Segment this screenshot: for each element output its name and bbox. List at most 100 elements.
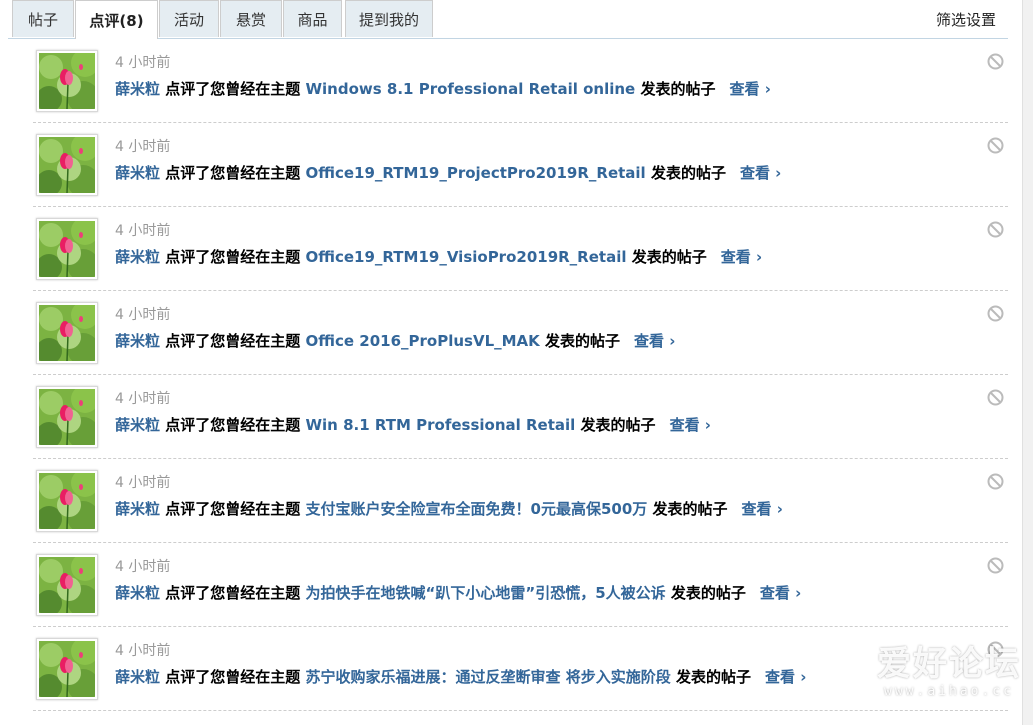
- suffix-text: 发表的帖子: [640, 80, 716, 98]
- tab-activities[interactable]: 活动: [159, 0, 219, 37]
- notification-text: 薛米粒 点评了您曾经在主题 Win 8.1 RTM Professional R…: [115, 414, 711, 435]
- lotus-avatar-image: [39, 305, 95, 361]
- notification-item: 4 小时前薛米粒 点评了您曾经在主题 Windows 8.1 Professio…: [33, 39, 1008, 123]
- avatar[interactable]: [36, 134, 98, 196]
- thread-link[interactable]: Windows 8.1 Professional Retail online: [306, 80, 636, 98]
- view-link[interactable]: 查看 ›: [721, 248, 762, 266]
- notification-item: 4 小时前薛米粒 点评了您曾经在主题 为拍快手在地铁喊“趴下小心地雷”引恐慌，5…: [33, 543, 1008, 627]
- tab-goods[interactable]: 商品: [283, 0, 342, 37]
- view-link[interactable]: 查看 ›: [760, 584, 801, 602]
- lotus-avatar-image: [39, 557, 95, 613]
- notification-text: 薛米粒 点评了您曾经在主题 为拍快手在地铁喊“趴下小心地雷”引恐慌，5人被公诉 …: [115, 582, 801, 603]
- action-text: 点评了您曾经在主题: [165, 500, 301, 518]
- avatar[interactable]: [36, 470, 98, 532]
- notification-time: 4 小时前: [115, 139, 171, 155]
- suffix-text: 发表的帖子: [580, 416, 656, 434]
- suffix-text: 发表的帖子: [631, 248, 707, 266]
- notification-text: 薛米粒 点评了您曾经在主题 支付宝账户安全险宣布全面免费！0元最高保500万 发…: [115, 498, 783, 519]
- suffix-text: 发表的帖子: [545, 332, 621, 350]
- scrollbar[interactable]: [1022, 0, 1033, 725]
- tab-comments[interactable]: 点评(8): [75, 0, 158, 39]
- avatar[interactable]: [36, 50, 98, 112]
- notification-item: 4 小时前薛米粒 点评了您曾经在主题 支付宝账户安全险宣布全面免费！0元最高保5…: [33, 459, 1008, 543]
- user-link[interactable]: 薛米粒: [115, 248, 160, 266]
- notification-text: 薛米粒 点评了您曾经在主题 Office19_RTM19_VisioPro201…: [115, 246, 762, 267]
- action-text: 点评了您曾经在主题: [165, 668, 301, 686]
- user-link[interactable]: 薛米粒: [115, 80, 160, 98]
- avatar[interactable]: [36, 554, 98, 616]
- ignore-icon[interactable]: [987, 557, 1004, 574]
- notification-time: 4 小时前: [115, 307, 171, 323]
- user-link[interactable]: 薛米粒: [115, 668, 160, 686]
- ignore-icon[interactable]: [987, 221, 1004, 238]
- notification-text: 薛米粒 点评了您曾经在主题 苏宁收购家乐福进展：通过反垄断审查 将步入实施阶段 …: [115, 666, 806, 687]
- view-link[interactable]: 查看 ›: [740, 164, 781, 182]
- notification-time: 4 小时前: [115, 223, 171, 239]
- tab-posts[interactable]: 帖子: [12, 0, 74, 37]
- tab-bar: 帖子 点评(8) 活动 悬赏 商品 提到我的 筛选设置: [8, 0, 1008, 39]
- user-link[interactable]: 薛米粒: [115, 164, 160, 182]
- user-link[interactable]: 薛米粒: [115, 416, 160, 434]
- suffix-text: 发表的帖子: [650, 164, 726, 182]
- notification-item: 4 小时前薛米粒 点评了您曾经在主题 Office19_RTM19_Projec…: [33, 123, 1008, 207]
- filter-settings-link[interactable]: 筛选设置: [936, 9, 996, 30]
- action-text: 点评了您曾经在主题: [165, 332, 301, 350]
- watermark-url: www.aihao.cc: [884, 684, 1014, 699]
- lotus-avatar-image: [39, 389, 95, 445]
- thread-link[interactable]: 苏宁收购家乐福进展：通过反垄断审查 将步入实施阶段: [306, 668, 671, 686]
- lotus-avatar-image: [39, 641, 95, 697]
- user-link[interactable]: 薛米粒: [115, 332, 160, 350]
- thread-link[interactable]: Office 2016_ProPlusVL_MAK: [306, 332, 540, 350]
- view-link[interactable]: 查看 ›: [670, 416, 711, 434]
- action-text: 点评了您曾经在主题: [165, 164, 301, 182]
- thread-link[interactable]: 支付宝账户安全险宣布全面免费！0元最高保500万: [306, 500, 648, 518]
- ignore-icon[interactable]: [987, 53, 1004, 70]
- notification-time: 4 小时前: [115, 391, 171, 407]
- lotus-avatar-image: [39, 473, 95, 529]
- site-watermark: 爱好论坛 www.aihao.cc: [877, 644, 1021, 699]
- ignore-icon[interactable]: [987, 389, 1004, 406]
- notification-text: 薛米粒 点评了您曾经在主题 Office 2016_ProPlusVL_MAK …: [115, 330, 675, 351]
- thread-link[interactable]: Office19_RTM19_ProjectPro2019R_Retail: [306, 164, 646, 182]
- notification-time: 4 小时前: [115, 559, 171, 575]
- notification-item: 4 小时前薛米粒 点评了您曾经在主题 Win 8.1 RTM Professio…: [33, 375, 1008, 459]
- lotus-avatar-image: [39, 53, 95, 109]
- notification-item: 4 小时前薛米粒 点评了您曾经在主题 Office 2016_ProPlusVL…: [33, 291, 1008, 375]
- notification-text: 薛米粒 点评了您曾经在主题 Office19_RTM19_ProjectPro2…: [115, 162, 781, 183]
- view-link[interactable]: 查看 ›: [729, 80, 770, 98]
- notification-item: 4 小时前薛米粒 点评了您曾经在主题 苏宁收购家乐福进展：通过反垄断审查 将步入…: [33, 627, 1008, 711]
- notification-item: 4 小时前薛米粒 点评了您曾经在主题 Office19_RTM19_VisioP…: [33, 207, 1008, 291]
- action-text: 点评了您曾经在主题: [165, 584, 301, 602]
- avatar[interactable]: [36, 638, 98, 700]
- suffix-text: 发表的帖子: [670, 584, 746, 602]
- notification-time: 4 小时前: [115, 643, 171, 659]
- lotus-avatar-image: [39, 137, 95, 193]
- ignore-icon[interactable]: [987, 137, 1004, 154]
- thread-link[interactable]: Win 8.1 RTM Professional Retail: [306, 416, 576, 434]
- suffix-text: 发表的帖子: [652, 500, 728, 518]
- tab-mentions[interactable]: 提到我的: [345, 0, 433, 37]
- view-link[interactable]: 查看 ›: [765, 668, 806, 686]
- action-text: 点评了您曾经在主题: [165, 416, 301, 434]
- ignore-icon[interactable]: [987, 305, 1004, 322]
- watermark-title: 爱好论坛: [877, 644, 1021, 684]
- user-link[interactable]: 薛米粒: [115, 500, 160, 518]
- notification-list: 4 小时前 薛米粒 点评了您曾经在主题 Windows 8.1 Professio…: [33, 39, 1008, 711]
- user-link[interactable]: 薛米粒: [115, 584, 160, 602]
- suffix-text: 发表的帖子: [675, 668, 751, 686]
- lotus-avatar-image: [39, 221, 95, 277]
- thread-link[interactable]: 为拍快手在地铁喊“趴下小心地雷”引恐慌，5人被公诉: [306, 584, 666, 602]
- ignore-icon[interactable]: [987, 473, 1004, 490]
- action-text: 点评了您曾经在主题: [165, 80, 301, 98]
- avatar[interactable]: [36, 302, 98, 364]
- notification-time: 4 小时前: [115, 55, 171, 71]
- avatar[interactable]: [36, 218, 98, 280]
- thread-link[interactable]: Office19_RTM19_VisioPro2019R_Retail: [306, 248, 627, 266]
- view-link[interactable]: 查看 ›: [634, 332, 675, 350]
- tab-rewards[interactable]: 悬赏: [220, 0, 282, 37]
- action-text: 点评了您曾经在主题: [165, 248, 301, 266]
- notification-time: 4 小时前: [115, 475, 171, 491]
- notification-text: 薛米粒 点评了您曾经在主题 Windows 8.1 Professional R…: [115, 78, 771, 99]
- avatar[interactable]: [36, 386, 98, 448]
- view-link[interactable]: 查看 ›: [742, 500, 783, 518]
